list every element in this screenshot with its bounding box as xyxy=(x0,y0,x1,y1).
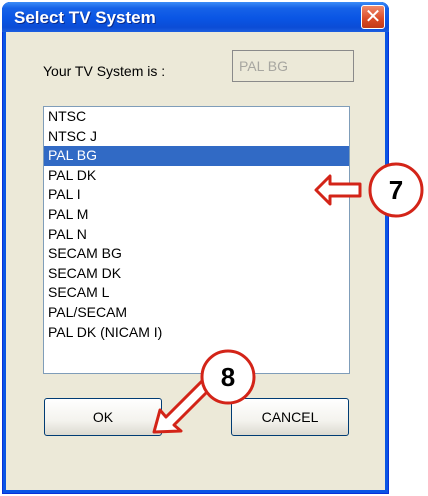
arrow-7-icon xyxy=(314,174,362,206)
annotation-overlay: 7 8 xyxy=(152,162,424,434)
callout-8-label: 8 xyxy=(221,362,235,392)
callout-7-label: 7 xyxy=(389,175,403,205)
